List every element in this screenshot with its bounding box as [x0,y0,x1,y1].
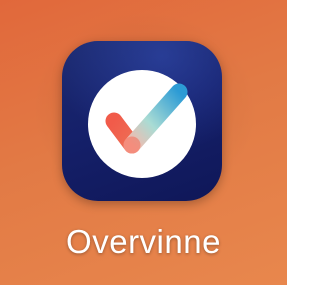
overvinne-app-icon[interactable] [62,41,222,201]
checkmark-circle-icon [88,70,196,178]
home-screen: Overvinne [0,0,287,285]
app-name-label: Overvinne [66,223,221,260]
